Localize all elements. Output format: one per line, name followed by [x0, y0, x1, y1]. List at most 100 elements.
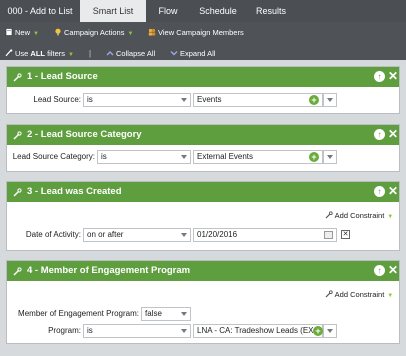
calendar-icon[interactable] [324, 231, 333, 239]
add-constraint-label: Add Constraint [334, 290, 385, 299]
filter-title: 4 - Member of Engagement Program [27, 265, 191, 276]
collapse-icon [106, 51, 114, 56]
wrench-icon [325, 290, 333, 298]
tab-flow[interactable]: Flow [146, 0, 190, 22]
filter-header[interactable]: 3 - Lead was Created ↑ ✕ [7, 182, 399, 202]
use-all-prefix: Use [15, 49, 31, 58]
field-label: Lead Source: [33, 95, 81, 104]
chevron-down-icon [181, 329, 187, 333]
chevron-down-icon [327, 329, 333, 333]
use-all-filters-dropdown[interactable]: Use ALL filters ▼ [5, 47, 74, 61]
use-all-bold: ALL [30, 49, 46, 58]
value-text: LNA - CA: Tradeshow Leads (EXA) [197, 326, 322, 335]
chevron-down-icon: ▼ [387, 214, 394, 220]
operator-value: is [87, 326, 93, 335]
filter-card-lead-source: 1 - Lead Source ↑ ✕ Lead Source: is Even… [6, 66, 400, 114]
people-icon [148, 28, 156, 36]
operator-select[interactable]: on or after [83, 228, 191, 242]
new-button[interactable]: New ▼ [5, 26, 39, 40]
value-select[interactable]: false [141, 307, 191, 321]
wrench-icon [13, 188, 22, 197]
filter-title: 3 - Lead was Created [27, 186, 122, 197]
operator-value: is [87, 95, 93, 104]
chevron-down-icon [181, 155, 187, 159]
value-dropdown-toggle[interactable] [323, 150, 337, 164]
close-icon[interactable]: ✕ [388, 69, 398, 83]
close-icon[interactable]: ✕ [388, 263, 398, 277]
operator-value: on or after [87, 230, 124, 239]
filter-header[interactable]: 4 - Member of Engagement Program ↑ ✕ [7, 261, 399, 281]
lightbulb-icon [55, 28, 61, 36]
operator-select[interactable]: is [83, 93, 191, 107]
chevron-down-icon: ▼ [387, 293, 394, 299]
value-text: false [145, 309, 162, 318]
expand-icon [170, 51, 178, 56]
tab-add-to-list[interactable]: 000 - Add to List [0, 0, 80, 22]
value-dropdown-toggle[interactable] [323, 93, 337, 107]
move-up-icon[interactable]: ↑ [374, 129, 385, 140]
chevron-down-icon: ▼ [33, 31, 39, 37]
add-constraint-label: Add Constraint [334, 211, 385, 220]
plus-icon[interactable]: + [309, 95, 319, 105]
expand-all-button[interactable]: Expand All [170, 47, 215, 61]
move-up-icon[interactable]: ↑ [374, 265, 385, 276]
filter-header[interactable]: 1 - Lead Source ↑ ✕ [7, 67, 399, 87]
chevron-down-icon [181, 312, 187, 316]
wrench-icon [13, 73, 22, 82]
view-campaign-members-button[interactable]: View Campaign Members [148, 26, 244, 40]
plus-icon[interactable]: + [309, 152, 319, 162]
chevron-down-icon [327, 155, 333, 159]
operator-select[interactable]: is [97, 150, 191, 164]
collapse-all-button[interactable]: Collapse All [106, 47, 155, 61]
filter-header[interactable]: 2 - Lead Source Category ↑ ✕ [7, 125, 399, 145]
new-label: New [15, 28, 31, 37]
value-text: Events [197, 95, 222, 104]
move-up-icon[interactable]: ↑ [374, 186, 385, 197]
collapse-all-label: Collapse All [116, 49, 156, 58]
add-constraint-button[interactable]: Add Constraint ▼ [325, 289, 393, 301]
campaign-actions-button[interactable]: Campaign Actions ▼ [54, 26, 133, 40]
operator-select[interactable]: is [83, 324, 191, 338]
tab-smart-list[interactable]: Smart List [80, 0, 146, 22]
value-select[interactable]: External Events [193, 150, 323, 164]
wrench-icon [325, 211, 333, 219]
chevron-down-icon [181, 233, 187, 237]
add-constraint-button[interactable]: Add Constraint ▼ [325, 210, 393, 222]
field-label: Program: [48, 326, 81, 335]
value-dropdown-toggle[interactable] [323, 324, 337, 338]
tab-schedule[interactable]: Schedule [190, 0, 246, 22]
value-text: External Events [197, 152, 254, 161]
clear-icon[interactable]: ✕ [341, 230, 350, 239]
filter-card-lead-was-created: 3 - Lead was Created ↑ ✕ Add Constraint ▼… [6, 181, 400, 251]
filter-title: 1 - Lead Source [27, 71, 98, 82]
chevron-down-icon [181, 98, 187, 102]
chevron-down-icon [327, 98, 333, 102]
view-campaign-members-label: View Campaign Members [158, 28, 244, 37]
date-input[interactable]: 01/20/2016 [193, 228, 337, 242]
field-label: Date of Activity: [25, 230, 81, 239]
close-icon[interactable]: ✕ [388, 184, 398, 198]
value-select[interactable]: LNA - CA: Tradeshow Leads (EXA) [193, 324, 323, 338]
chevron-down-icon: ▼ [68, 52, 74, 58]
toolbar-separator: | [89, 49, 92, 58]
filter-card-member-of-engagement-program: 4 - Member of Engagement Program ↑ ✕ Add… [6, 260, 400, 344]
tab-bar: 000 - Add to List Smart List Flow Schedu… [0, 0, 406, 22]
close-icon[interactable]: ✕ [388, 127, 398, 141]
filter-icon [5, 49, 13, 57]
use-all-suffix: filters [45, 49, 66, 58]
plus-icon[interactable]: + [313, 326, 323, 336]
campaign-actions-label: Campaign Actions [64, 28, 125, 37]
operator-value: is [101, 152, 107, 161]
move-up-icon[interactable]: ↑ [374, 71, 385, 82]
tab-results[interactable]: Results [246, 0, 296, 22]
field-label: Lead Source Category: [12, 152, 95, 161]
new-document-icon [5, 28, 13, 36]
chevron-down-icon: ▼ [127, 31, 134, 37]
value-select[interactable]: Events [193, 93, 323, 107]
wrench-icon [13, 267, 22, 276]
expand-all-label: Expand All [180, 49, 216, 58]
filter-title: 2 - Lead Source Category [27, 129, 142, 140]
field-label: Member of Engagement Program: [18, 309, 139, 318]
filter-card-lead-source-category: 2 - Lead Source Category ↑ ✕ Lead Source… [6, 124, 400, 172]
date-value: 01/20/2016 [197, 230, 238, 239]
